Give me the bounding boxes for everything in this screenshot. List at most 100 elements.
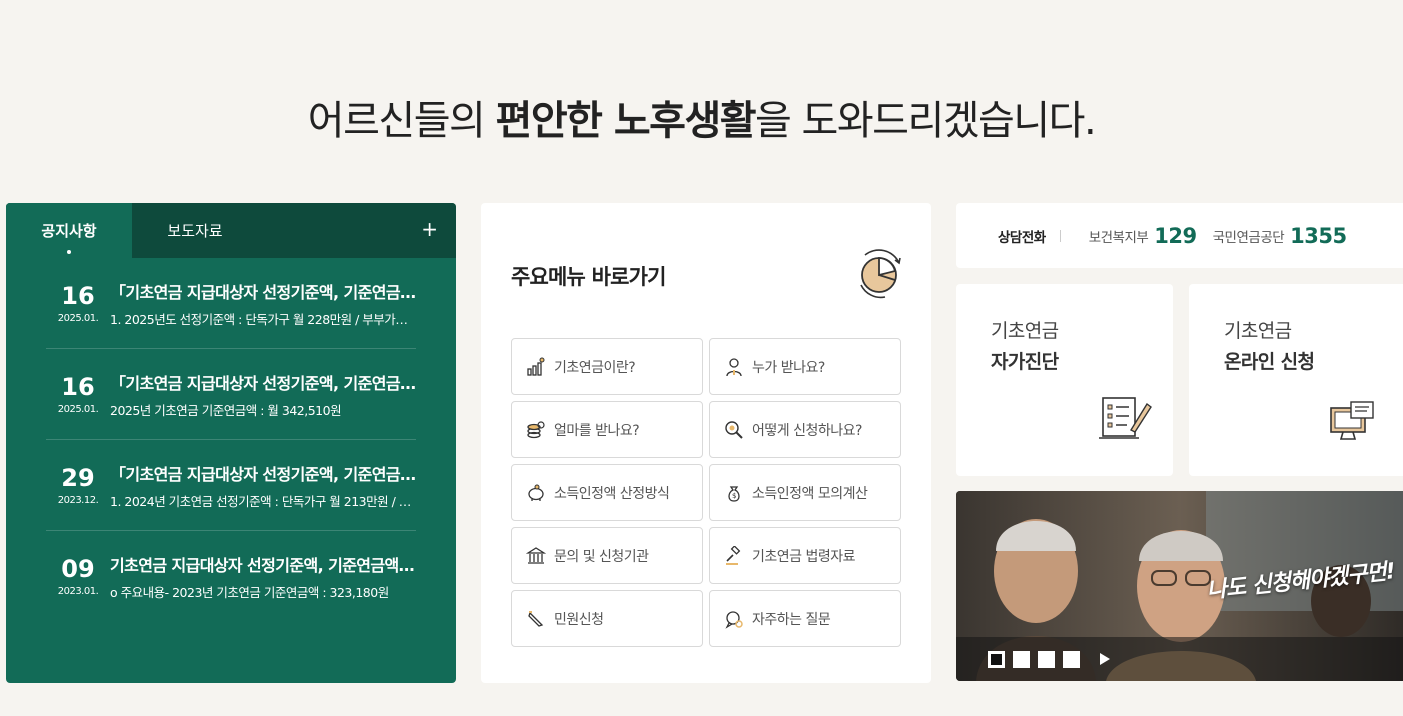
phone-number-nps[interactable]: 1355: [1290, 224, 1347, 248]
svg-text:$: $: [732, 492, 736, 500]
notice-body: 「기초연금 지급대상자 선정기준액, 기준연금액 및 최저보장수준」 고시 1.…: [110, 461, 416, 510]
notice-day: 16: [61, 372, 95, 401]
notice-body: 「기초연금 지급대상자 선정기준액, 기준연금액 및 최저보장수준」 고시 20…: [110, 370, 416, 419]
notice-date: 16 2025.01.: [46, 374, 110, 415]
tab-notice[interactable]: 공지사항: [6, 203, 132, 258]
phone-label: 상담전화: [998, 229, 1046, 246]
notice-title[interactable]: 「기초연금 지급대상자 선정기준액, 기준연금액 및 최저보장수준」 고시: [110, 279, 416, 303]
notice-title[interactable]: 기초연금 지급대상자 선정기준액, 기준연금액 및 최저보장수준 고시: [110, 552, 416, 576]
chart-coins-icon: [527, 357, 545, 376]
notice-year-month: 2023.12.: [57, 494, 99, 506]
play-icon[interactable]: [1100, 653, 1110, 665]
phone-org-nps: 국민연금공단: [1212, 229, 1285, 246]
quick-menu-grid: 기초연금이란? 누가 받나요? 얼마를 받나요? 어떻게 신청하나요? 소득인정…: [511, 338, 901, 647]
quick-item-label: 얼마를 받나요?: [554, 422, 640, 439]
banner-controls: [956, 637, 1403, 681]
phone-org-mohw: 보건복지부: [1088, 229, 1149, 246]
quick-item-who[interactable]: 누가 받나요?: [709, 338, 901, 395]
headline-post: 을 도와드리겠습니다.: [755, 98, 1097, 144]
coins-icon: [527, 420, 545, 438]
piggy-bank-icon: [528, 484, 544, 501]
online-apply-card[interactable]: 기초연금 온라인 신청: [1189, 284, 1403, 476]
headline-pre: 어르신들의: [307, 98, 496, 144]
card-line2: 온라인 신청: [1224, 351, 1315, 373]
notice-date: 29 2023.12.: [46, 465, 110, 506]
quick-title-bold: 주요메뉴: [511, 265, 586, 289]
quick-item-income-method[interactable]: 소득인정액 산정방식: [511, 464, 703, 521]
chat-question-icon: [725, 610, 743, 629]
notice-title[interactable]: 「기초연금 지급대상자 선정기준액, 기준연금액 및 최저보장수준」 고시: [110, 370, 416, 394]
slide-indicator-3[interactable]: [1038, 650, 1055, 668]
computer-icon: [1330, 401, 1374, 440]
gavel-icon: [726, 545, 741, 565]
notice-day: 29: [61, 463, 95, 492]
notice-item[interactable]: 29 2023.12. 「기초연금 지급대상자 선정기준액, 기준연금액 및 최…: [46, 440, 416, 531]
notice-desc: 1. 2025년도 선정기준액 : 단독가구 월 228만원 / 부부가구 월 …: [110, 311, 416, 327]
quick-item-label: 문의 및 신청기관: [554, 548, 649, 565]
quick-item-label: 자주하는 질문: [752, 611, 831, 628]
quick-item-label: 기초연금 법령자료: [752, 548, 856, 565]
notice-item[interactable]: 16 2025.01. 「기초연금 지급대상자 선정기준액, 기준연금액 및 최…: [46, 349, 416, 440]
slide-indicator-4[interactable]: [1063, 650, 1080, 668]
phone-number-mohw[interactable]: 129: [1154, 224, 1197, 248]
quick-title-rest: 바로가기: [585, 265, 667, 289]
notice-title[interactable]: 「기초연금 지급대상자 선정기준액, 기준연금액 및 최저보장수준」 고시: [110, 461, 416, 485]
tab-press[interactable]: 보도자료: [132, 203, 258, 258]
pen-icon: [528, 610, 544, 627]
notice-item[interactable]: 16 2025.01. 「기초연금 지급대상자 선정기준액, 기준연금액 및 최…: [46, 258, 416, 349]
notice-day: 09: [61, 555, 95, 583]
quick-item-how-much[interactable]: 얼마를 받나요?: [511, 401, 703, 458]
card-line1: 기초연금: [1224, 320, 1292, 342]
notice-year-month: 2025.01.: [57, 403, 99, 415]
promo-banner[interactable]: 나도 신청해야겠구먼!: [956, 491, 1403, 681]
notice-date: 09 2023.01.: [46, 556, 110, 597]
quick-item-label: 기초연금이란?: [554, 359, 636, 376]
consult-phone-bar: 상담전화 보건복지부 129 국민연금공단 1355: [956, 203, 1403, 268]
tab-press-label: 보도자료: [167, 222, 223, 240]
money-bag-icon: $: [728, 485, 740, 502]
divider: [1059, 229, 1061, 242]
notice-body: 기초연금 지급대상자 선정기준액, 기준연금액 및 최저보장수준 고시 o 주요…: [110, 552, 416, 601]
card-line2: 자가진단: [991, 351, 1059, 373]
notice-item[interactable]: 09 2023.01. 기초연금 지급대상자 선정기준액, 기준연금액 및 최저…: [46, 531, 416, 622]
checklist-icon: [1099, 397, 1152, 439]
search-coin-icon: [725, 420, 743, 439]
slide-indicator-2[interactable]: [1013, 650, 1030, 668]
quick-item-label: 소득인정액 모의계산: [752, 485, 868, 502]
notice-desc: o 주요내용- 2023년 기초연금 기준연금액 : 323,180원: [110, 585, 389, 600]
notice-year-month: 2023.01.: [57, 586, 99, 597]
quick-menu-panel: 주요메뉴 바로가기 기초연금이란? 누가 받나요? 얼마를 받나요? 어떻게 신…: [481, 203, 931, 683]
quick-item-income-simulation[interactable]: $ 소득인정액 모의계산: [709, 464, 901, 521]
quick-menu-title: 주요메뉴 바로가기: [511, 261, 666, 291]
person-icon: [726, 357, 742, 376]
more-plus-icon[interactable]: +: [421, 217, 438, 241]
self-check-card[interactable]: 기초연금 자가진단: [956, 284, 1173, 476]
notice-desc: 2025년 기초연금 기준연금액 : 월 342,510원: [110, 402, 342, 418]
tab-notice-label: 공지사항: [41, 222, 97, 240]
quick-item-law[interactable]: 기초연금 법령자료: [709, 527, 901, 584]
quick-item-label: 어떻게 신청하나요?: [752, 422, 862, 439]
page-headline: 어르신들의 편안한 노후생활을 도와드리겠습니다.: [0, 88, 1403, 146]
notice-desc: 1. 2024년 기초연금 선정기준액 : 단독가구 월 213만원 / 부부가…: [110, 493, 416, 509]
card-line1: 기초연금: [991, 320, 1059, 342]
quick-item-civil-request[interactable]: 민원신청: [511, 590, 703, 647]
quick-item-label: 민원신청: [554, 611, 604, 628]
notice-list: 16 2025.01. 「기초연금 지급대상자 선정기준액, 기준연금액 및 최…: [6, 258, 456, 622]
notice-year-month: 2025.01.: [57, 312, 99, 324]
notice-day: 16: [61, 281, 95, 310]
notice-date: 16 2025.01.: [46, 283, 110, 324]
quick-item-inquiry-agency[interactable]: 문의 및 신청기관: [511, 527, 703, 584]
slide-indicator-1[interactable]: [988, 650, 1005, 668]
quick-item-faq[interactable]: 자주하는 질문: [709, 590, 901, 647]
notice-panel: 공지사항 보도자료 + 16 2025.01. 「기초연금 지급대상자 선정기준…: [6, 203, 456, 683]
active-tab-dot: [67, 250, 71, 254]
quick-item-label: 누가 받나요?: [752, 359, 825, 376]
pie-chart-icon: [855, 247, 903, 303]
building-icon: [526, 546, 546, 564]
notice-tabs: 공지사항 보도자료 +: [6, 203, 456, 258]
headline-bold: 편안한 노후생활: [495, 98, 757, 144]
quick-item-basic-pension[interactable]: 기초연금이란?: [511, 338, 703, 395]
quick-item-label: 소득인정액 산정방식: [554, 485, 670, 502]
notice-body: 「기초연금 지급대상자 선정기준액, 기준연금액 및 최저보장수준」 고시 1.…: [110, 279, 416, 328]
quick-item-how-apply[interactable]: 어떻게 신청하나요?: [709, 401, 901, 458]
